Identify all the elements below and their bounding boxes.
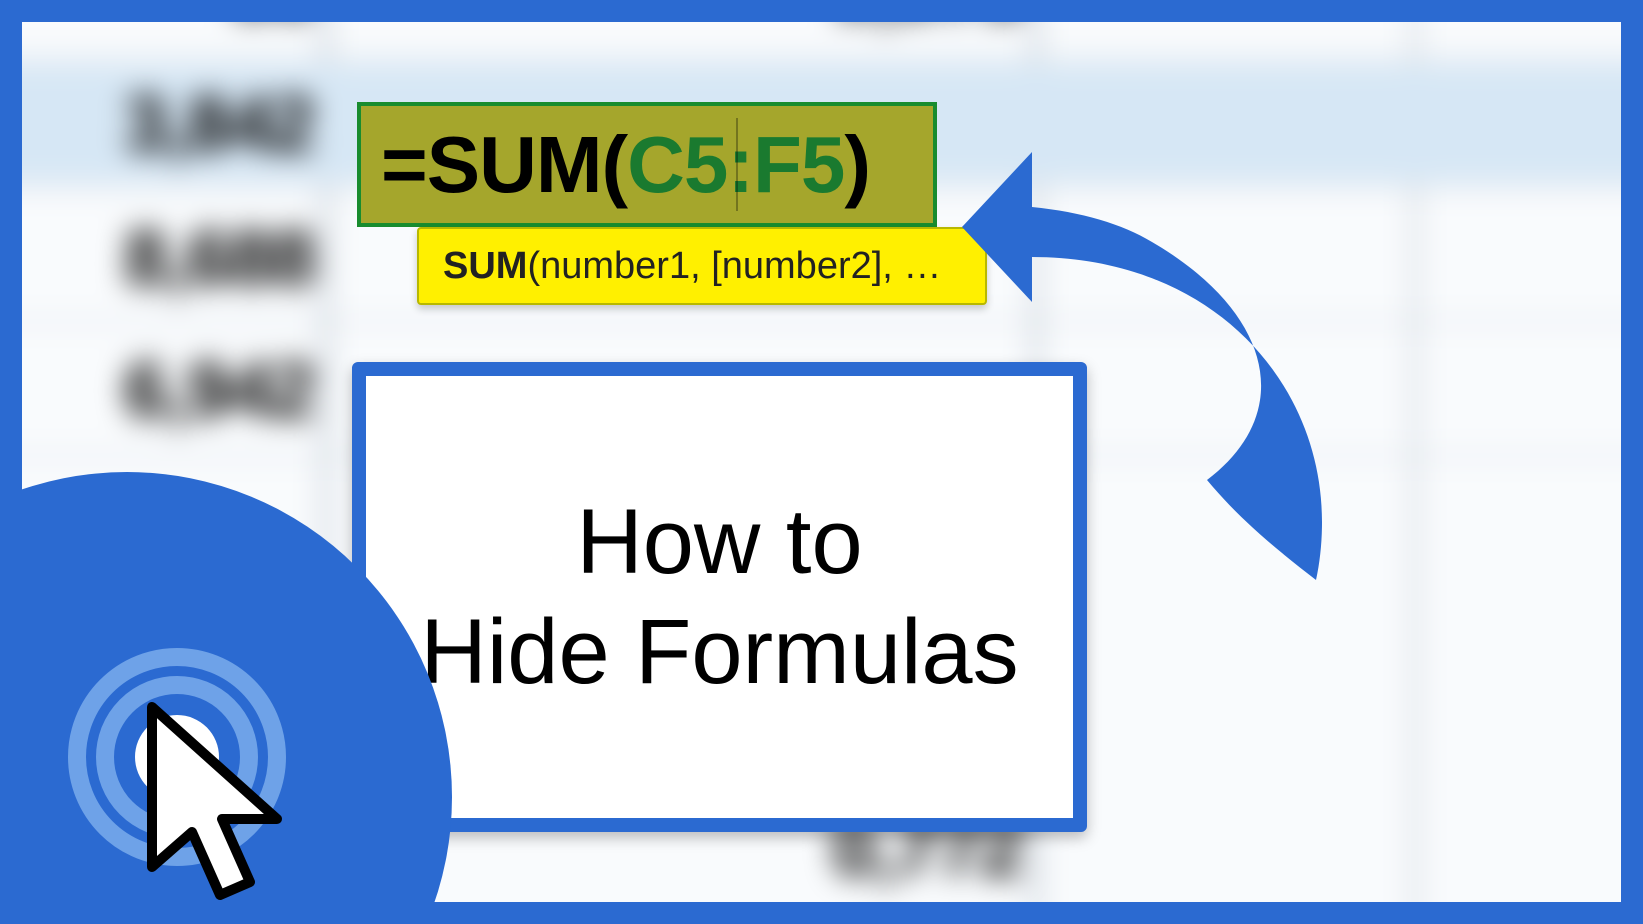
bg-cell: 3,842 (0, 78, 314, 170)
equals-sign: = (381, 119, 427, 211)
bg-cell: 6,942 (0, 344, 314, 436)
title-line-2: Hide Formulas (420, 597, 1018, 707)
title-line-1: How to (420, 487, 1018, 597)
title-card: How to Hide Formulas (352, 362, 1087, 832)
bg-cell: 9,073 (682, 0, 1022, 34)
text-cursor (736, 118, 738, 211)
cursor-icon (122, 697, 312, 917)
formula-cell[interactable]: =SUM(C5:F5) (357, 102, 937, 227)
tooltip-function-name: SUM (443, 245, 527, 288)
bg-cell: 8,688 (0, 212, 314, 304)
open-paren: ( (602, 119, 628, 211)
bg-cell: 60 (0, 0, 314, 34)
function-name: SUM (427, 119, 602, 211)
tooltip-args: (number1, [number2], … (527, 245, 941, 288)
thumbnail-frame: 60 3,842 8,688 6,942 9,073 0,772 =SUM(C5… (0, 0, 1643, 924)
close-paren: ) (844, 119, 870, 211)
